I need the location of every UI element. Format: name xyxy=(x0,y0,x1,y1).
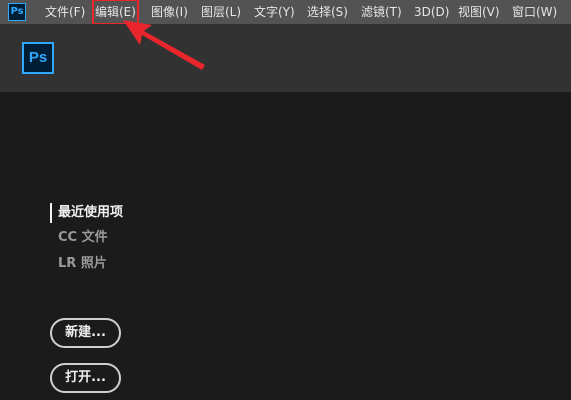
menu-view[interactable]: 视图(V) xyxy=(458,0,500,24)
menu-image[interactable]: 图像(I) xyxy=(151,0,188,24)
menu-window[interactable]: 窗口(W) xyxy=(512,0,557,24)
menu-edit[interactable]: 编辑(E) xyxy=(92,0,139,25)
menu-file[interactable]: 文件(F) xyxy=(45,0,85,24)
new-button[interactable]: 新建... xyxy=(50,318,121,348)
open-button[interactable]: 打开... xyxy=(50,363,121,393)
nav-cc-files[interactable]: CC 文件 xyxy=(50,228,108,248)
menu-type[interactable]: 文字(Y) xyxy=(254,0,295,24)
nav-lr-photos[interactable]: LR 照片 xyxy=(50,254,107,274)
home-header: Ps xyxy=(0,24,571,92)
nav-recent[interactable]: 最近使用项 xyxy=(50,203,123,223)
photoshop-logo: Ps xyxy=(22,42,54,74)
menu-3d[interactable]: 3D(D) xyxy=(414,0,449,24)
menu-filter[interactable]: 滤镜(T) xyxy=(361,0,402,24)
menu-layer[interactable]: 图层(L) xyxy=(201,0,241,24)
menu-bar: Ps 文件(F) 编辑(E) 图像(I) 图层(L) 文字(Y) 选择(S) 滤… xyxy=(0,0,571,25)
start-workspace: 最近使用项 CC 文件 LR 照片 新建... 打开... xyxy=(0,92,571,400)
photoshop-app-icon[interactable]: Ps xyxy=(8,3,26,21)
menu-select[interactable]: 选择(S) xyxy=(307,0,348,24)
